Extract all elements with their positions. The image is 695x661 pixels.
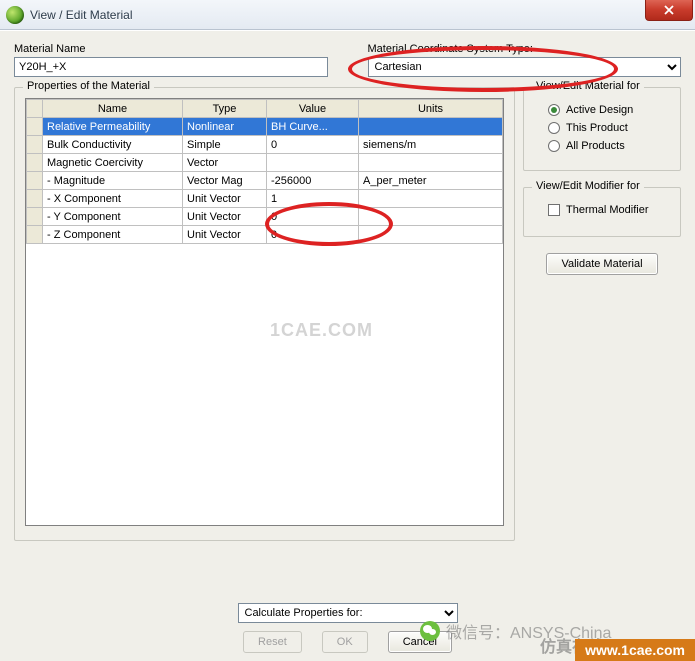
material-name-label: Material Name — [14, 43, 328, 55]
row-handle[interactable] — [27, 208, 43, 226]
cell-type[interactable]: Simple — [183, 136, 267, 154]
validate-button[interactable]: Validate Material — [546, 253, 657, 275]
cell-units[interactable]: A_per_meter — [359, 172, 503, 190]
table-row[interactable]: - X ComponentUnit Vector1 — [27, 190, 503, 208]
properties-table-wrap: Name Type Value Units Relative Permeabil… — [25, 98, 504, 526]
cell-type[interactable]: Vector — [183, 154, 267, 172]
view-edit-modifier-group: View/Edit Modifier for Thermal Modifier — [523, 187, 681, 237]
cell-units[interactable] — [359, 208, 503, 226]
cancel-button[interactable]: Cancel — [388, 631, 452, 653]
row-handle[interactable] — [27, 190, 43, 208]
properties-group: Properties of the Material Name Type Val… — [14, 87, 515, 541]
table-row[interactable]: Relative PermeabilityNonlinearBH Curve..… — [27, 118, 503, 136]
cell-type[interactable]: Vector Mag — [183, 172, 267, 190]
cell-type[interactable]: Unit Vector — [183, 190, 267, 208]
ok-button[interactable]: OK — [322, 631, 368, 653]
reset-button[interactable]: Reset — [243, 631, 302, 653]
cell-value[interactable]: 0 — [267, 208, 359, 226]
cell-value[interactable]: 1 — [267, 190, 359, 208]
cell-type[interactable]: Unit Vector — [183, 208, 267, 226]
app-icon — [6, 6, 24, 24]
radio-icon — [548, 140, 560, 152]
radio-this-product[interactable]: This Product — [548, 122, 670, 134]
cell-value[interactable]: 0 — [267, 136, 359, 154]
cell-units[interactable]: siemens/m — [359, 136, 503, 154]
cell-name[interactable]: - Magnitude — [43, 172, 183, 190]
cell-value[interactable]: -256000 — [267, 172, 359, 190]
row-handle[interactable] — [27, 136, 43, 154]
cell-units[interactable] — [359, 154, 503, 172]
cell-name[interactable]: - Y Component — [43, 208, 183, 226]
coord-system-label: Material Coordinate System Type: — [368, 43, 682, 55]
calc-properties-select[interactable]: Calculate Properties for: — [238, 603, 458, 623]
cell-name[interactable]: Relative Permeability — [43, 118, 183, 136]
dialog-body: Material Name Material Coordinate System… — [0, 30, 695, 661]
row-handle[interactable] — [27, 154, 43, 172]
radio-icon — [548, 104, 560, 116]
titlebar: View / Edit Material — [0, 0, 695, 30]
col-name[interactable]: Name — [43, 100, 183, 118]
cell-name[interactable]: - Z Component — [43, 226, 183, 244]
row-handle[interactable] — [27, 118, 43, 136]
view-edit-modifier-legend: View/Edit Modifier for — [532, 180, 644, 192]
cell-name[interactable]: Magnetic Coercivity — [43, 154, 183, 172]
row-header-blank — [27, 100, 43, 118]
material-name-input[interactable] — [14, 57, 328, 77]
radio-icon — [548, 122, 560, 134]
table-row[interactable]: Magnetic CoercivityVector — [27, 154, 503, 172]
table-row[interactable]: - Y ComponentUnit Vector0 — [27, 208, 503, 226]
radio-active-design-label: Active Design — [566, 104, 633, 116]
view-edit-material-legend: View/Edit Material for — [532, 80, 644, 92]
table-row[interactable]: - Z ComponentUnit Vector0 — [27, 226, 503, 244]
properties-table[interactable]: Name Type Value Units Relative Permeabil… — [26, 99, 503, 244]
cell-name[interactable]: Bulk Conductivity — [43, 136, 183, 154]
row-handle[interactable] — [27, 226, 43, 244]
table-row[interactable]: - MagnitudeVector Mag-256000A_per_meter — [27, 172, 503, 190]
cell-type[interactable]: Nonlinear — [183, 118, 267, 136]
thermal-modifier-label: Thermal Modifier — [566, 204, 649, 216]
radio-active-design[interactable]: Active Design — [548, 104, 670, 116]
cell-value[interactable]: BH Curve... — [267, 118, 359, 136]
close-icon — [664, 5, 674, 15]
radio-all-products-label: All Products — [566, 140, 625, 152]
radio-all-products[interactable]: All Products — [548, 140, 670, 152]
cell-units[interactable] — [359, 118, 503, 136]
col-type[interactable]: Type — [183, 100, 267, 118]
close-button[interactable] — [645, 0, 693, 21]
thermal-modifier-check[interactable]: Thermal Modifier — [548, 204, 670, 216]
cell-type[interactable]: Unit Vector — [183, 226, 267, 244]
cell-units[interactable] — [359, 190, 503, 208]
coord-system-select[interactable]: Cartesian — [368, 57, 682, 77]
cell-value[interactable] — [267, 154, 359, 172]
window-title: View / Edit Material — [30, 8, 133, 22]
cell-units[interactable] — [359, 226, 503, 244]
checkbox-icon — [548, 204, 560, 216]
properties-legend: Properties of the Material — [23, 80, 154, 92]
cell-name[interactable]: - X Component — [43, 190, 183, 208]
col-value[interactable]: Value — [267, 100, 359, 118]
col-units[interactable]: Units — [359, 100, 503, 118]
table-row[interactable]: Bulk ConductivitySimple0siemens/m — [27, 136, 503, 154]
cell-value[interactable]: 0 — [267, 226, 359, 244]
view-edit-material-group: View/Edit Material for Active Design Thi… — [523, 87, 681, 171]
row-handle[interactable] — [27, 172, 43, 190]
radio-this-product-label: This Product — [566, 122, 628, 134]
